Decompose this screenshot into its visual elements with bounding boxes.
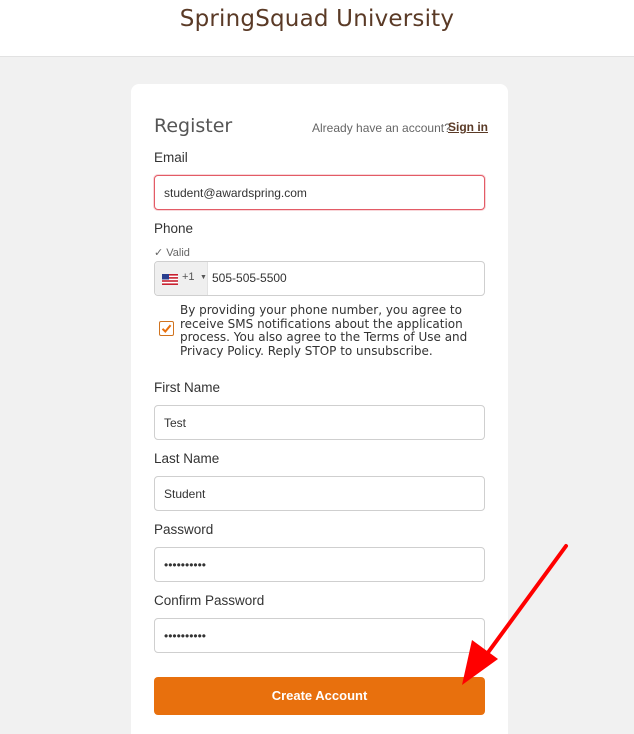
password-field[interactable]: [154, 547, 485, 582]
sign-in-link[interactable]: Sign in: [448, 120, 488, 134]
phone-label: Phone: [154, 221, 194, 236]
checkmark-icon: [161, 324, 172, 333]
email-field[interactable]: [154, 175, 485, 210]
sms-consent-text: By providing your phone number, you agre…: [180, 303, 468, 358]
dial-code: +1: [182, 271, 195, 283]
last-name-label: Last Name: [154, 451, 220, 466]
first-name-label: First Name: [154, 380, 221, 395]
phone-valid-status: ✓ Valid: [154, 247, 190, 259]
confirm-password-label: Confirm Password: [154, 593, 265, 608]
last-name-field[interactable]: [154, 476, 485, 511]
chevron-down-icon: ▼: [200, 274, 207, 281]
already-account-text: Already have an account?: [312, 121, 451, 135]
form-title: Register: [154, 115, 233, 137]
first-name-field[interactable]: [154, 405, 485, 440]
create-account-button[interactable]: Create Account: [154, 677, 485, 715]
password-label: Password: [154, 522, 214, 537]
phone-field-wrapper: +1 ▼: [154, 261, 485, 296]
country-code-dropdown[interactable]: +1 ▼: [155, 262, 208, 295]
sms-consent-checkbox[interactable]: [159, 321, 174, 336]
us-flag-icon: [162, 274, 178, 285]
confirm-password-field[interactable]: [154, 618, 485, 653]
site-title: SpringSquad University: [179, 6, 455, 32]
phone-input[interactable]: [212, 262, 482, 295]
email-label: Email: [154, 150, 188, 165]
